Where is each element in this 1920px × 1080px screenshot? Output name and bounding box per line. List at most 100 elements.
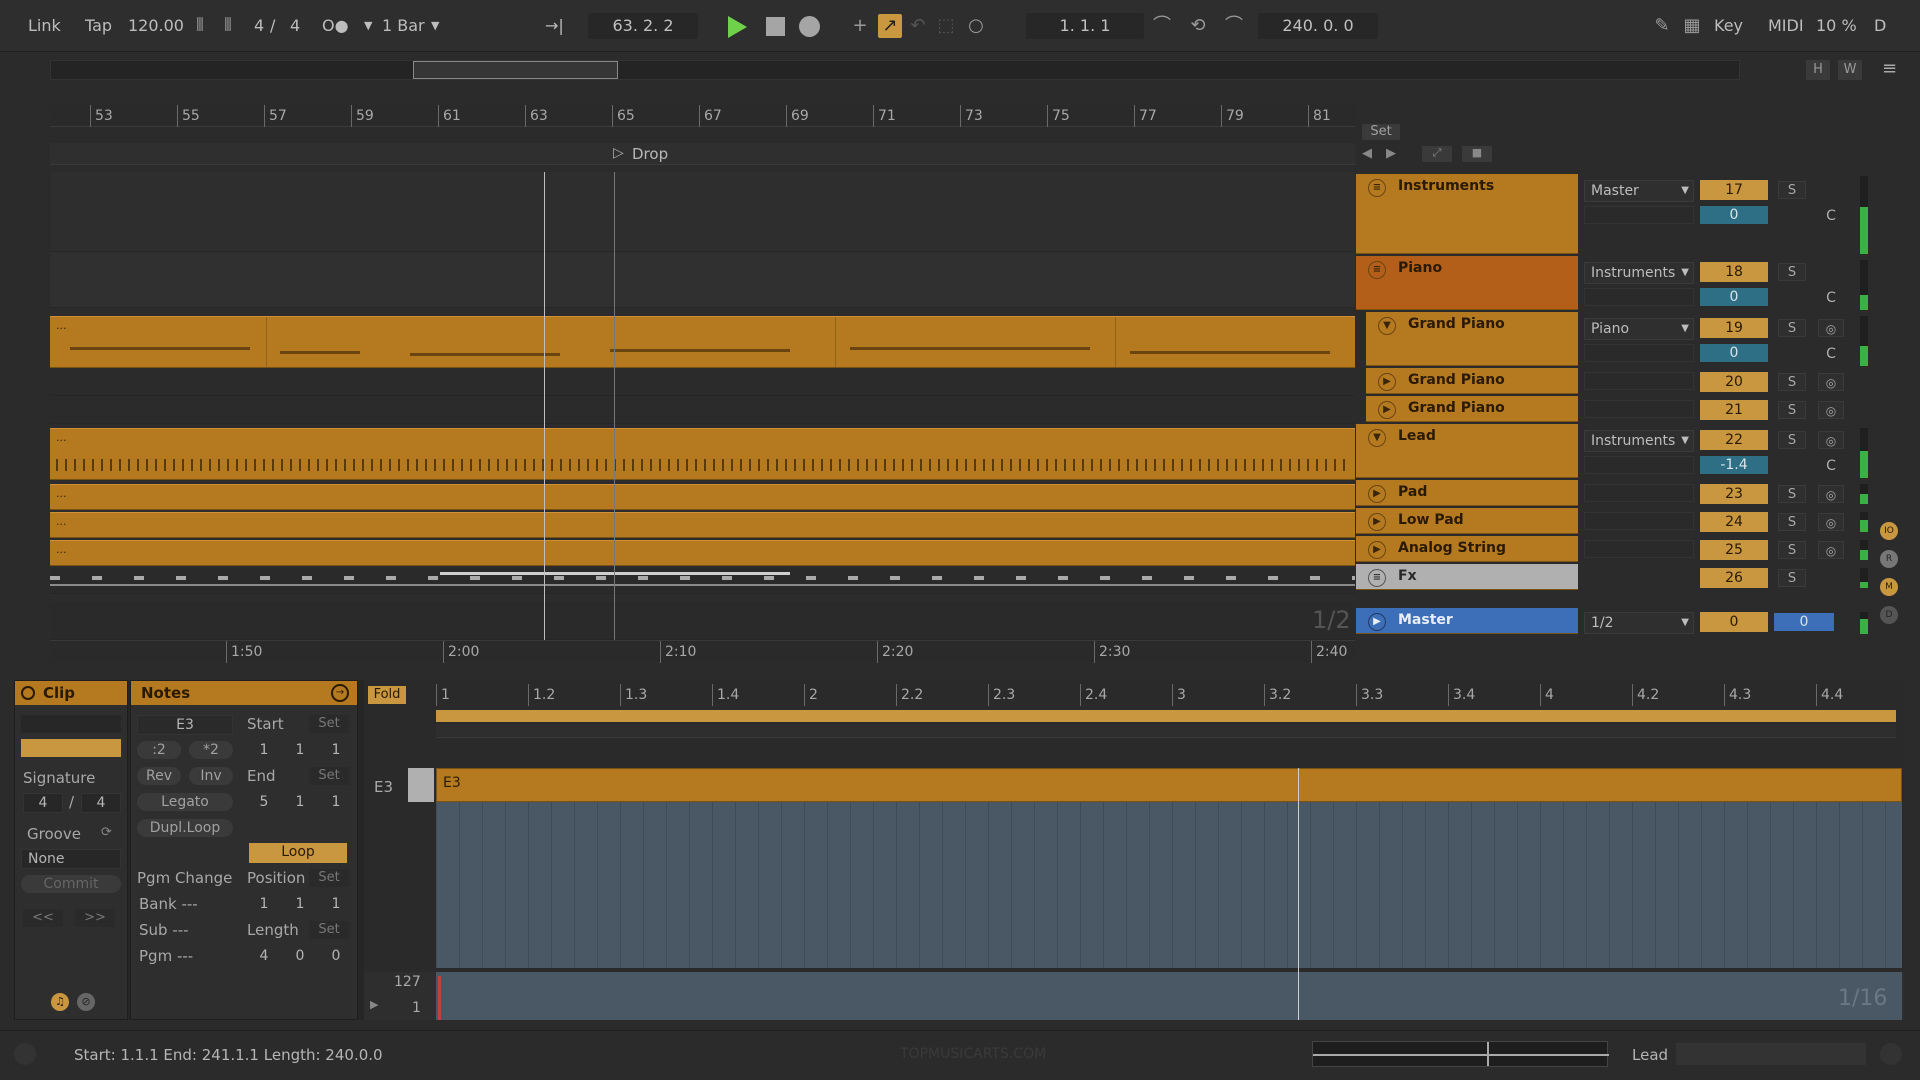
velocity-bar[interactable] [438,976,441,1020]
output-channel[interactable] [1584,372,1694,390]
device-chain-thumbnails[interactable] [1676,1043,1866,1065]
returns-toggle-icon[interactable]: R [1880,550,1898,568]
solo-button[interactable]: S [1778,401,1806,419]
clip-grand-piano[interactable]: ... [50,316,1355,368]
output-channel[interactable] [1584,512,1694,530]
chevron-down-icon[interactable]: ▼ [1368,429,1386,447]
output-channel[interactable] [1584,400,1694,418]
beat-time-ruler[interactable]: 53 55 57 59 61 63 65 67 69 71 73 75 77 7… [50,105,1355,127]
clip-pad[interactable]: ... [50,484,1355,510]
clip-sig-numerator[interactable]: 4 [23,793,63,813]
output-channel[interactable] [1584,344,1694,362]
output-select[interactable]: Master ▼ [1584,180,1694,202]
play-icon[interactable] [728,16,747,38]
lane-instruments[interactable] [50,172,1355,252]
note-value[interactable]: E3 [137,715,233,735]
monitor-icon[interactable]: ◎ [1818,485,1844,503]
invert-button[interactable]: Inv [189,767,233,785]
locator-flag-icon[interactable]: ▷ [613,145,624,161]
group-icon[interactable]: ≡ [1368,179,1386,197]
track-pad[interactable]: ▶ Pad [1356,480,1578,506]
solo-button[interactable]: S [1778,181,1806,199]
output-channel[interactable] [1584,456,1694,474]
session-record-icon[interactable]: ○ [964,14,988,38]
loop-length[interactable]: 240. 0. 0 [1258,13,1378,39]
solo-button[interactable]: S [1778,485,1806,503]
io-toggle-icon[interactable]: IO [1880,522,1898,540]
group-icon[interactable]: ≡ [1368,261,1386,279]
lane-piano[interactable] [50,252,1355,308]
next-locator-icon[interactable]: ▶ [1386,146,1396,161]
track-fx[interactable]: ≡ Fx [1356,564,1578,590]
monitor-icon[interactable]: ◎ [1818,541,1844,559]
legato-button[interactable]: Legato [137,793,233,811]
time-ruler[interactable]: 1:50 2:00 2:10 2:20 2:30 2:40 [50,640,1355,663]
play-track-icon[interactable]: ▶ [1378,373,1396,391]
track-instruments[interactable]: ≡ Instruments [1356,174,1578,254]
delay-toggle-icon[interactable]: D [1880,606,1898,624]
play-track-icon[interactable]: ▶ [1368,541,1386,559]
loop-start[interactable]: 1. 1. 1 [1026,13,1144,39]
lock-icon[interactable]: ■ [1462,146,1492,162]
play-track-icon[interactable]: ▶ [1368,485,1386,503]
punch-in-icon[interactable]: ⌒ [1150,14,1174,38]
start-end-markers[interactable] [436,724,1896,738]
start-bar[interactable]: 1 [247,741,281,761]
output-channel[interactable] [1584,288,1694,306]
info-toggle-icon[interactable] [14,1043,36,1065]
velocity-lane[interactable]: 127 ▶ 1 1/16 [364,972,1904,1020]
output-select[interactable]: Instruments ▼ [1584,262,1694,284]
clip-sig-denominator[interactable]: 4 [81,793,121,813]
re-enable-automation-icon[interactable]: ↶ [906,14,930,38]
arrangement-view[interactable]: ... ... ... ... ... 1/2 [50,172,1355,640]
editor-ruler[interactable]: 1 1.2 1.3 1.4 2 2.2 2.3 2.4 3 3.2 3.3 3.… [436,684,1904,706]
velocity-expand-icon[interactable]: ▶ [370,998,378,1011]
track-analog-string[interactable]: ▶ Analog String [1356,536,1578,562]
monitor-icon[interactable]: ◎ [1818,319,1844,337]
clip-activator-icon[interactable] [21,686,35,700]
track-grand-piano-3[interactable]: ▶ Grand Piano [1366,396,1578,422]
fit-height-button[interactable]: H [1806,60,1830,80]
track-number[interactable]: 22 [1700,430,1768,450]
set-button[interactable]: Set [1362,124,1400,140]
position-bar[interactable]: 1 [247,895,281,915]
double-length-button[interactable]: *2 [189,741,233,759]
fit-width-button[interactable]: W [1838,60,1862,80]
solo-button[interactable]: S [1778,263,1806,281]
draw-mode-icon[interactable]: ✎ [1650,14,1674,38]
end-beat[interactable]: 1 [283,793,317,813]
midi-note-icon[interactable]: ♫ [51,993,69,1011]
end-set-button[interactable]: Set [309,767,349,785]
program-field[interactable]: Pgm --- [139,947,193,965]
monitor-icon[interactable]: ◎ [1818,513,1844,531]
key-map-button[interactable]: Key [1714,14,1743,38]
locator-drop[interactable]: Drop [632,145,668,163]
track-lead[interactable]: ▼ Lead [1356,424,1578,478]
position-beat[interactable]: 1 [283,895,317,915]
groove-hot-swap-icon[interactable]: ⟳ [101,825,112,840]
loop-switch-icon[interactable]: ⟲ [1186,14,1210,38]
start-set-button[interactable]: Set [309,715,349,733]
commit-button[interactable]: Commit [21,875,121,893]
track-low-pad[interactable]: ▶ Low Pad [1356,508,1578,534]
output-channel[interactable] [1584,540,1694,558]
clip-analog-string[interactable]: ... [50,540,1355,566]
lane-grand-piano-3[interactable] [50,396,1355,424]
track-master[interactable]: ▶ Master [1356,608,1578,634]
punch-out-icon[interactable]: ⌒ [1222,14,1246,38]
cue-out-select[interactable]: 1/2 ▼ [1584,612,1694,634]
solo-button[interactable]: S [1778,319,1806,337]
quantization-select[interactable]: 1 Bar [382,14,425,38]
next-button[interactable]: >> [75,909,115,927]
menu-icon[interactable]: ≡ [1882,58,1897,79]
track-grand-piano[interactable]: ▼ Grand Piano [1366,312,1578,366]
note-grid[interactable] [436,802,1902,968]
detail-toggle-icon[interactable] [1880,1043,1902,1065]
monitor-icon[interactable]: ◎ [1818,401,1844,419]
song-position[interactable]: 63. 2. 2 [588,13,698,39]
envelope-icon[interactable]: ⊘ [77,993,95,1011]
monitor-icon[interactable]: ◎ [1818,431,1844,449]
expand-notes-icon[interactable]: → [331,684,349,702]
loop-brace[interactable] [436,710,1896,722]
master-pan[interactable]: 0 [1774,613,1834,631]
